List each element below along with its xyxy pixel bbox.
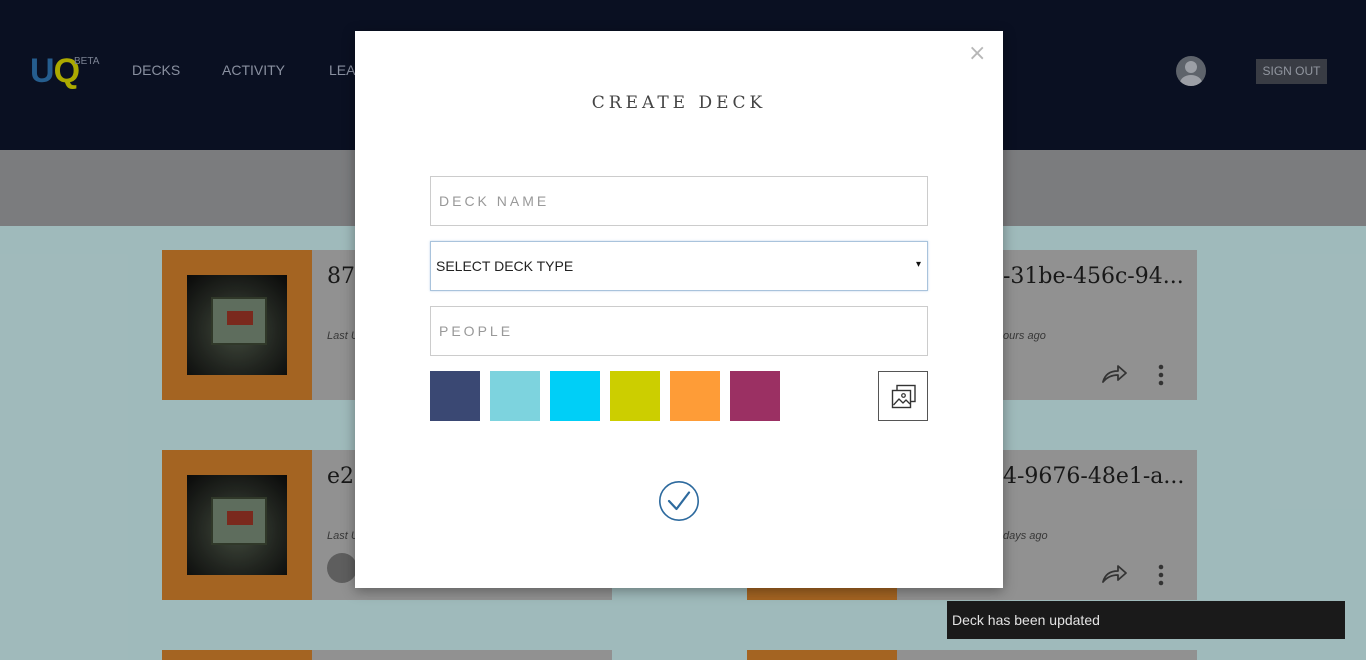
modal-title: CREATE DECK [591, 93, 767, 113]
deck-type-select[interactable]: SELECT DECK TYPE ▾ [430, 241, 928, 291]
confirm-checkmark-icon[interactable] [658, 480, 700, 522]
create-deck-modal: × CREATE DECK SELECT DECK TYPE ▾ [355, 31, 1003, 588]
people-field [430, 306, 928, 356]
toast-notification: Deck has been updated [947, 601, 1345, 639]
color-swatch-plum[interactable] [730, 371, 780, 421]
people-input[interactable] [431, 307, 927, 355]
close-icon[interactable]: × [968, 43, 986, 65]
color-swatch-navy[interactable] [430, 371, 480, 421]
deck-type-selected-value: SELECT DECK TYPE [436, 258, 574, 274]
image-upload-button[interactable] [878, 371, 928, 421]
color-swatch-yellow-green[interactable] [610, 371, 660, 421]
color-swatch-light-blue[interactable] [490, 371, 540, 421]
deck-name-field [430, 176, 928, 226]
deck-name-input[interactable] [431, 177, 927, 225]
color-swatch-cyan[interactable] [550, 371, 600, 421]
color-swatch-orange[interactable] [670, 371, 720, 421]
image-gallery-icon [891, 384, 916, 409]
chevron-down-icon: ▾ [915, 259, 921, 270]
